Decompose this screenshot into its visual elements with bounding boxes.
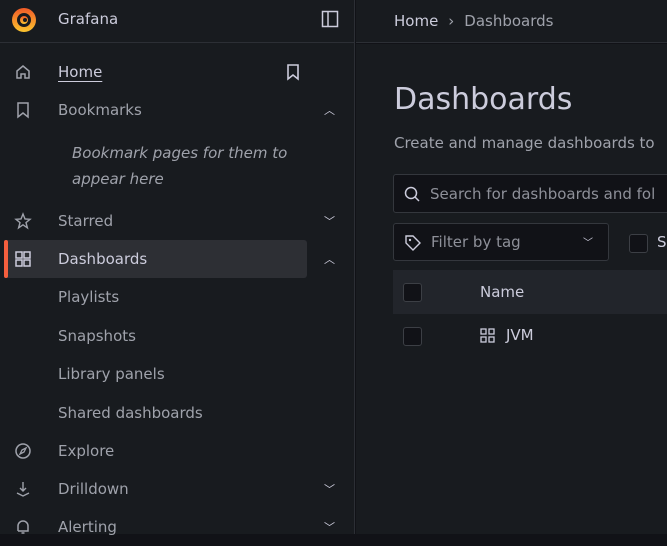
- sidebar-item-label: Explore: [58, 442, 115, 460]
- chevron-up-icon[interactable]: ︿: [324, 102, 335, 118]
- breadcrumb-home[interactable]: Home: [394, 12, 438, 30]
- home-icon: [16, 65, 30, 79]
- tag-icon: [405, 235, 421, 251]
- compass-icon: [15, 443, 31, 459]
- sidebar-subitem-library-panels[interactable]: Library panels: [58, 365, 165, 383]
- breadcrumb: Home › Dashboards: [356, 0, 667, 43]
- filter-by-tag-select[interactable]: Filter by tag ﹀: [393, 223, 609, 261]
- bookmarks-empty-hint: Bookmark pages for them to appear here: [72, 144, 288, 188]
- table-header: Name: [393, 270, 667, 314]
- select-all-checkbox[interactable]: [403, 283, 422, 302]
- sidebar-item-starred[interactable]: Starred ﹀: [0, 202, 355, 240]
- sidebar-item-dashboards[interactable]: Dashboards ︿: [4, 240, 335, 278]
- sidebar-item-drilldown[interactable]: Drilldown ﹀: [0, 470, 355, 508]
- breadcrumb-separator: ›: [448, 12, 455, 30]
- grafana-logo[interactable]: [9, 5, 39, 35]
- sidebar-item-label: Drilldown: [58, 480, 129, 498]
- search-input[interactable]: Search for dashboards and fol: [393, 174, 667, 213]
- sidebar-subitem-shared-dashboards[interactable]: Shared dashboards: [58, 404, 203, 422]
- star-icon: [14, 212, 32, 230]
- chevron-down-icon[interactable]: ﹀: [324, 213, 335, 229]
- starred-filter-label: S: [657, 233, 667, 251]
- sidebar-item-alerting[interactable]: Alerting ﹀: [0, 508, 355, 546]
- chevron-down-icon[interactable]: ﹀: [324, 519, 335, 535]
- table-row[interactable]: JVM: [393, 314, 667, 357]
- apps-icon: [15, 251, 31, 267]
- sidebar-item-label: Starred: [58, 212, 114, 230]
- chevron-down-icon: ﹀: [583, 238, 593, 249]
- search-icon: [404, 186, 420, 202]
- starred-filter-checkbox[interactable]: [629, 234, 648, 253]
- bell-icon: [17, 520, 29, 534]
- dashboard-link[interactable]: JVM: [506, 326, 534, 344]
- sidebar-item-label: Alerting: [58, 518, 117, 536]
- sidebar: Grafana Home Bookmarks ︿ Bookmark pages …: [0, 0, 355, 536]
- sidebar-item-label: Dashboards: [58, 250, 148, 268]
- sidebar-subitem-snapshots[interactable]: Snapshots: [58, 327, 136, 345]
- sidebar-subitem-playlists[interactable]: Playlists: [58, 288, 119, 306]
- search-placeholder: Search for dashboards and fol: [430, 184, 656, 203]
- page-description: Create and manage dashboards to: [394, 134, 655, 152]
- sidebar-item-home[interactable]: Home: [0, 53, 355, 91]
- breadcrumb-current: Dashboards: [464, 12, 554, 30]
- dock-menu-icon[interactable]: [321, 10, 339, 28]
- main-content: Dashboards Create and manage dashboards …: [356, 44, 667, 534]
- sidebar-item-label: Bookmarks: [58, 101, 142, 119]
- sidebar-header: Grafana: [0, 0, 354, 43]
- drilldown-icon: [16, 482, 30, 497]
- sidebar-item-explore[interactable]: Explore: [0, 432, 355, 470]
- sidebar-item-bookmarks[interactable]: Bookmarks ︿: [0, 91, 355, 129]
- bookmark-page-icon[interactable]: [285, 63, 301, 81]
- page-title: Dashboards: [394, 82, 573, 117]
- apps-icon: [480, 328, 495, 343]
- sidebar-item-label: Home: [58, 63, 103, 81]
- filter-by-tag-label: Filter by tag: [431, 233, 521, 251]
- chevron-down-icon[interactable]: ﹀: [324, 481, 335, 497]
- app-title: Grafana: [58, 10, 119, 28]
- chevron-up-icon[interactable]: ︿: [324, 251, 335, 267]
- column-header-name[interactable]: Name: [480, 283, 524, 301]
- row-checkbox[interactable]: [403, 327, 422, 346]
- bookmark-icon: [17, 102, 29, 119]
